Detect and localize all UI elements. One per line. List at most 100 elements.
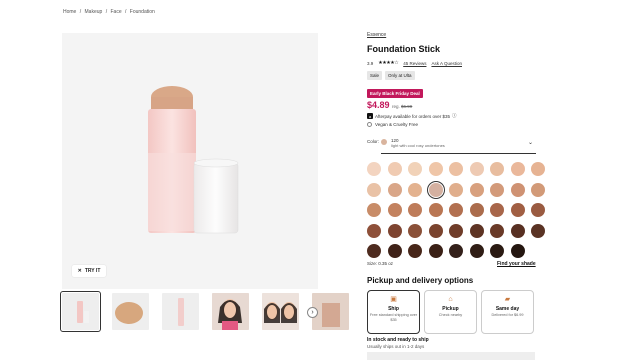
shade-swatch[interactable] (367, 244, 381, 258)
shade-swatch[interactable] (531, 203, 545, 217)
find-your-shade-link[interactable]: Find your shade (497, 261, 536, 267)
chevron-right-icon: › (311, 309, 314, 316)
breadcrumb-home[interactable]: Home (63, 9, 76, 15)
rating-value: 3.9 (367, 60, 374, 66)
sale-badge: Sale (367, 71, 383, 80)
shade-swatch[interactable] (387, 223, 402, 238)
same-day-option[interactable]: ▰ Same day Delivered for $6.99 (481, 290, 534, 334)
shade-swatch[interactable] (469, 162, 484, 176)
stock-subtext: Usually ships out in 1-2 days (367, 344, 425, 349)
shade-swatch[interactable] (490, 223, 504, 238)
brand-link[interactable]: Essence (367, 32, 386, 38)
shade-swatch[interactable] (510, 203, 525, 217)
try-it-label: TRY IT (84, 268, 101, 274)
exclusive-badge: Only at Ulta (385, 71, 415, 80)
thumbnail-5[interactable] (262, 293, 299, 330)
shade-swatch[interactable] (408, 244, 422, 258)
shade-swatch[interactable] (531, 182, 545, 197)
shade-swatch[interactable] (387, 244, 402, 258)
cruelty-free-info: Vegan & Cruelty Free (367, 122, 418, 127)
deal-badge: Early Black Friday Deal (367, 89, 423, 98)
breadcrumb-sep: / (125, 9, 127, 15)
ship-label: Ship (388, 306, 399, 312)
ship-option[interactable]: ▣ Ship Free standard shipping over $35 (367, 290, 420, 334)
thumbnail-3[interactable] (162, 293, 199, 330)
shade-swatch[interactable] (449, 203, 463, 217)
product-title: Foundation Stick (367, 44, 440, 54)
pickup-sub: Check nearby (438, 313, 463, 317)
shade-swatch[interactable] (408, 162, 422, 176)
reviews-link[interactable]: 45 Reviews (403, 61, 426, 66)
shade-swatch[interactable] (408, 223, 422, 238)
color-label: Color: (367, 139, 380, 144)
rating-row: 3.9 ★★★★☆ 45 Reviews Ask A Question (367, 60, 462, 66)
shade-swatch[interactable] (408, 203, 422, 217)
store-icon: ⌂ (448, 296, 453, 303)
shade-swatch[interactable] (510, 182, 525, 197)
size-label: Size: 0.35 oz (367, 261, 394, 266)
thumbnail-strip (60, 291, 349, 332)
thumbnail-4[interactable] (212, 293, 249, 330)
badges: Sale Only at Ulta (367, 71, 415, 80)
shade-swatch[interactable] (531, 223, 545, 238)
shade-swatch[interactable] (428, 182, 443, 197)
selected-shade-text: 120 light with cool rosy undertones (391, 138, 445, 148)
shade-swatch[interactable] (387, 162, 402, 176)
pickup-title: Pickup and delivery options (367, 276, 474, 285)
shade-swatch[interactable] (449, 223, 463, 238)
info-icon[interactable]: ⓘ (452, 113, 457, 119)
foundation-stick-image (148, 86, 239, 234)
regular-price: reg. $6.99 (392, 104, 412, 109)
shade-swatch[interactable] (387, 203, 402, 217)
shade-swatch[interactable] (367, 203, 381, 217)
add-to-bag-bar[interactable] (367, 352, 535, 360)
shade-swatch[interactable] (469, 244, 484, 258)
pickup-option[interactable]: ⌂ Pickup Check nearby (424, 290, 477, 334)
next-thumbnail-button[interactable]: › (307, 307, 318, 318)
shade-swatch[interactable] (510, 244, 525, 258)
try-it-button[interactable]: ✕ TRY IT (72, 265, 106, 277)
breadcrumb-face[interactable]: Face (110, 9, 121, 15)
shade-swatch[interactable] (469, 223, 484, 238)
shade-dropdown[interactable]: 120 light with cool rosy undertones ⌄ (381, 136, 536, 154)
sale-price: $4.89 (367, 100, 390, 110)
breadcrumb-makeup[interactable]: Makeup (85, 9, 103, 15)
breadcrumb-foundation[interactable]: Foundation (130, 9, 155, 15)
close-icon: ✕ (77, 268, 82, 274)
shade-swatch[interactable] (428, 203, 443, 217)
shade-swatch[interactable] (510, 223, 525, 238)
reg-price-value: $6.99 (401, 104, 413, 109)
shade-swatch[interactable] (367, 162, 381, 176)
shade-swatch[interactable] (367, 223, 381, 238)
shade-swatch[interactable] (387, 182, 402, 197)
product-main-image[interactable] (62, 33, 318, 289)
afterpay-text: Afterpay available for orders over $35 (375, 113, 451, 119)
thumbnail-2[interactable] (112, 293, 149, 330)
shade-swatch[interactable] (531, 162, 545, 176)
shade-swatch[interactable] (449, 244, 463, 258)
shade-description: light with cool rosy undertones (391, 143, 445, 148)
shade-swatch[interactable] (428, 162, 443, 176)
shade-swatch[interactable] (428, 223, 443, 238)
leaf-icon (367, 122, 372, 127)
shade-swatch[interactable] (490, 244, 504, 258)
box-icon: ▣ (390, 296, 397, 303)
shade-swatch[interactable] (469, 203, 484, 217)
chevron-down-icon: ⌄ (527, 140, 533, 146)
shade-swatch[interactable] (367, 182, 381, 197)
shade-swatch[interactable] (490, 182, 504, 197)
stock-status: In stock and ready to ship (367, 337, 429, 343)
shade-swatch[interactable] (408, 182, 422, 197)
shade-swatch[interactable] (469, 182, 484, 197)
shade-swatch[interactable] (449, 162, 463, 176)
shade-swatch[interactable] (510, 162, 525, 176)
thumbnail-1[interactable] (60, 291, 101, 332)
shade-swatch[interactable] (449, 182, 463, 197)
shade-swatch[interactable] (490, 203, 504, 217)
ask-question-link[interactable]: Ask A Question (431, 61, 462, 66)
same-day-label: Same day (495, 306, 520, 312)
shade-swatch[interactable] (428, 244, 443, 258)
afterpay-info: a Afterpay available for orders over $35… (367, 113, 457, 119)
shade-swatch[interactable] (490, 162, 504, 176)
pickup-label: Pickup (442, 306, 459, 312)
